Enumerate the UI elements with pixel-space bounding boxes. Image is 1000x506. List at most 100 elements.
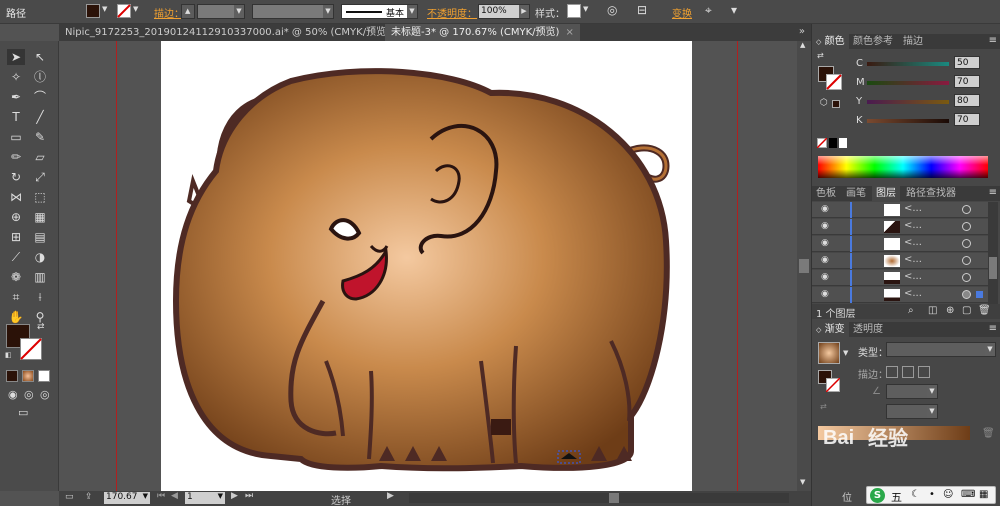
scroll-thumb[interactable] — [799, 259, 809, 273]
reverse-gradient-icon[interactable]: ⇄ — [820, 402, 827, 411]
target-icon[interactable] — [962, 256, 971, 265]
rectangle-tool-icon[interactable]: ▭ — [7, 129, 25, 145]
eraser-tool-icon[interactable]: ▱ — [31, 149, 49, 165]
opacity-field[interactable]: 100% ▶ — [478, 4, 530, 19]
scroll-up-icon[interactable]: ▲ — [800, 41, 805, 49]
zoom-field[interactable]: 170.67 ▼ — [104, 492, 150, 504]
opacity-label[interactable]: 不透明度： — [427, 5, 477, 20]
eye-icon[interactable]: ◉ — [821, 289, 829, 299]
stroke-across-icon[interactable] — [918, 366, 930, 378]
color-mode-icon[interactable] — [6, 370, 18, 382]
canvas[interactable] — [60, 41, 797, 491]
tab-gradient[interactable]: ◇ 渐变 — [812, 322, 849, 337]
black-slider[interactable] — [867, 119, 949, 123]
stroke-label[interactable]: 描边： — [154, 5, 184, 20]
white-color-chip[interactable] — [839, 138, 847, 148]
punctuation-icon[interactable]: • — [929, 489, 935, 500]
width-tool-icon[interactable]: ⋈ — [7, 189, 25, 205]
rotate-tool-icon[interactable]: ↻ — [7, 169, 25, 185]
blend-tool-icon[interactable]: ◑ — [31, 249, 49, 265]
gradient-preview[interactable] — [818, 342, 840, 364]
ime-toolbar[interactable]: S 五 ☾ • ☺ ⌨ ▦ — [866, 486, 996, 504]
status-menu-icon[interactable]: ▶ — [387, 491, 394, 501]
emoji-icon[interactable]: ☺ — [943, 489, 953, 500]
eyedropper-tool-icon[interactable]: ⟋ — [7, 249, 25, 265]
curvature-tool-icon[interactable]: ⌒ — [31, 89, 49, 105]
mammoth-illustration[interactable] — [161, 41, 692, 491]
chevron-down-icon[interactable]: ▼ — [843, 349, 848, 357]
scroll-thumb[interactable] — [609, 493, 619, 503]
artboard-navigation-icon[interactable]: ▭ — [65, 492, 74, 502]
line-tool-icon[interactable]: ╱ — [31, 109, 49, 125]
shape-builder-tool-icon[interactable]: ⊕ — [7, 209, 25, 225]
selection-tool-icon[interactable]: ➤ — [7, 49, 25, 65]
out-of-gamut-icon[interactable]: ⬡ — [820, 98, 828, 108]
tab-nipic-document[interactable]: Nipic_9172253_20190124112910337000.ai* @… — [59, 24, 410, 41]
close-icon[interactable]: × — [565, 27, 573, 38]
draw-behind-icon[interactable]: ◎ — [24, 388, 34, 401]
cyan-slider[interactable] — [867, 62, 949, 66]
trash-icon[interactable]: 🗑 — [978, 305, 991, 316]
selected-art-indicator[interactable] — [976, 291, 983, 298]
gradient-mode-icon[interactable] — [22, 370, 34, 382]
tab-transparency[interactable]: 透明度 — [849, 322, 887, 337]
free-transform-tool-icon[interactable]: ⬚ — [31, 189, 49, 205]
paintbrush-tool-icon[interactable]: ✎ — [31, 129, 49, 145]
target-icon[interactable] — [962, 205, 971, 214]
layer-row[interactable]: ◉ <... — [812, 270, 988, 286]
recolor-artwork-icon[interactable]: ◎ — [607, 3, 617, 17]
layers-scrollbar[interactable] — [988, 202, 998, 304]
magenta-value[interactable]: 70 — [954, 75, 980, 88]
lasso-tool-icon[interactable]: ⓛ — [31, 69, 49, 85]
target-icon[interactable] — [962, 239, 971, 248]
stroke-none-swatch[interactable] — [117, 4, 131, 18]
target-icon[interactable] — [962, 273, 971, 282]
eye-icon[interactable]: ◉ — [821, 272, 829, 282]
draw-normal-icon[interactable]: ◉ — [8, 388, 18, 401]
gamut-color-chip[interactable] — [832, 100, 840, 108]
eye-icon[interactable]: ◉ — [821, 221, 829, 231]
new-layer-icon[interactable]: ▢ — [962, 305, 971, 316]
ime-logo-icon[interactable]: S — [870, 488, 885, 503]
new-sublayer-icon[interactable]: ⊕ — [946, 305, 954, 316]
tabs-overflow-icon[interactable]: » — [799, 26, 805, 37]
gradient-aspect-field[interactable]: ▼ — [886, 404, 938, 419]
stroke-box[interactable] — [20, 338, 42, 360]
yellow-value[interactable]: 80 — [954, 94, 980, 107]
scroll-thumb[interactable] — [989, 257, 997, 279]
tab-untitled-3[interactable]: 未标题-3* @ 170.67% (CMYK/预览) × — [385, 24, 580, 41]
graphic-style-swatch[interactable] — [567, 4, 581, 18]
stroke-weight-dropdown[interactable]: ▼ — [197, 4, 245, 19]
gradient-type-dropdown[interactable]: ▼ — [886, 342, 996, 357]
draw-inside-icon[interactable]: ◎ — [40, 388, 50, 401]
eye-icon[interactable]: ◉ — [821, 255, 829, 265]
layer-row[interactable]: ◉ <... — [812, 236, 988, 252]
chevron-down-icon[interactable]: ▼ — [583, 5, 588, 13]
isolate-icon[interactable]: ⌖ — [705, 3, 712, 18]
tab-layers[interactable]: 图层 — [872, 186, 900, 201]
column-graph-tool-icon[interactable]: ▥ — [31, 269, 49, 285]
fill-color-swatch[interactable] — [86, 4, 100, 18]
tab-stroke[interactable]: 描边 — [899, 34, 927, 49]
layer-row[interactable]: ◉ <... — [812, 219, 988, 235]
artboard[interactable] — [161, 41, 692, 491]
type-tool-icon[interactable]: T — [7, 109, 25, 125]
target-icon[interactable] — [962, 222, 971, 231]
yellow-slider[interactable] — [867, 100, 949, 104]
tab-color-guide[interactable]: 颜色参考 — [849, 34, 897, 49]
locate-object-icon[interactable]: ⌕ — [908, 305, 914, 316]
panel-menu-icon[interactable]: ≡ — [989, 35, 997, 46]
tab-swatches[interactable]: 色板 — [812, 186, 840, 201]
page-field[interactable]: 1 ▼ — [185, 492, 225, 504]
share-icon[interactable]: ⇪ — [85, 492, 93, 502]
swap-fill-stroke-icon[interactable]: ⇄ — [817, 51, 824, 60]
vertical-scrollbar[interactable]: ▲ ▼ — [797, 41, 811, 491]
transform-label[interactable]: 变换 — [672, 5, 692, 20]
perspective-grid-tool-icon[interactable]: ▦ — [31, 209, 49, 225]
black-value[interactable]: 70 — [954, 113, 980, 126]
gradient-tool-icon[interactable]: ▤ — [31, 229, 49, 245]
panel-menu-icon[interactable]: ≡ — [989, 323, 997, 334]
pen-tool-icon[interactable]: ✒ — [7, 89, 25, 105]
tab-pathfinder[interactable]: 路径查找器 — [902, 186, 960, 201]
default-fill-stroke-icon[interactable]: ◧ — [5, 351, 12, 359]
